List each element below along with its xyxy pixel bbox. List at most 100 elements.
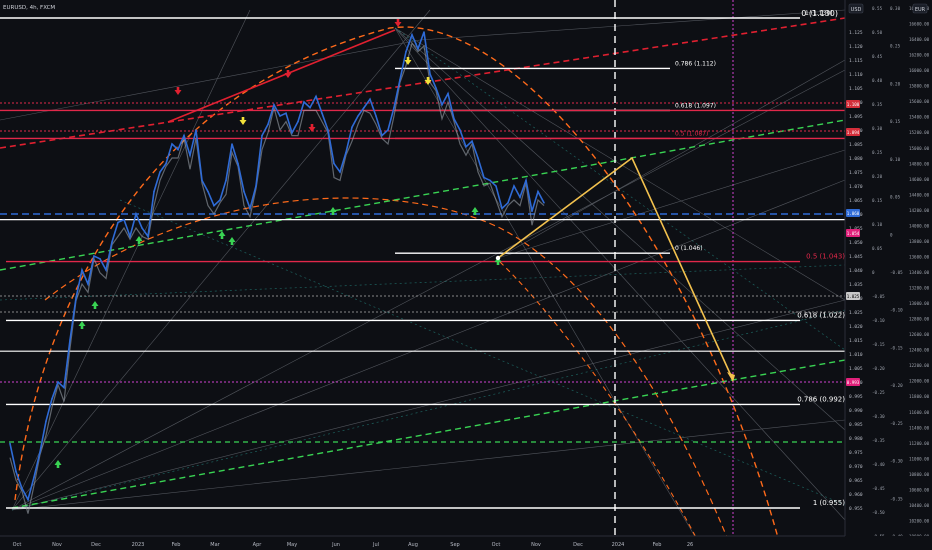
price-point	[141, 227, 143, 229]
price-point	[111, 241, 113, 243]
sub-axis-c-label: 14600.00	[909, 177, 930, 182]
price-tick-label: 1.095	[849, 114, 863, 120]
price-badge-label: 1.025	[847, 294, 860, 299]
sub-axis-c-label: 14400.00	[909, 192, 930, 197]
price-point	[129, 235, 131, 238]
sub-axis-a-label: -0.30	[872, 414, 885, 419]
price-point	[387, 129, 389, 131]
sub-axis-b-label: -0.05	[890, 270, 903, 275]
currency-button-usd[interactable]: USD	[848, 3, 864, 14]
price-point	[105, 269, 107, 271]
price-tick-label: 1.015	[849, 338, 863, 344]
fib-label: 0.618 (1.097)	[675, 102, 716, 109]
sub-axis-b-label: -0.25	[890, 421, 903, 426]
sub-axis-c-label: 12800.00	[909, 317, 930, 322]
sub-axis-c-label: 15200.00	[909, 130, 930, 135]
sub-axis-a-label: -0.40	[872, 462, 885, 467]
price-point	[195, 129, 197, 131]
time-tick-label: May	[287, 542, 297, 548]
chart-canvas[interactable]: 0 (1.130)1 (1.130)0.786 (1.112)0.618 (1.…	[0, 0, 932, 550]
price-point	[525, 179, 527, 182]
price-point	[303, 101, 305, 103]
fib-label: 0 (1.046)	[675, 245, 703, 252]
price-point	[69, 339, 71, 341]
price-point	[429, 73, 431, 75]
price-point	[423, 31, 425, 33]
price-point	[51, 398, 53, 400]
price-point	[363, 106, 365, 109]
price-tick-label: 1.010	[849, 352, 863, 358]
sub-axis-c-label: 16000.00	[909, 68, 930, 73]
price-badge-label: 1.060	[847, 211, 860, 216]
sub-axis-c-label: 14200.00	[909, 208, 930, 213]
time-tick-label: Feb	[172, 542, 181, 548]
price-point	[159, 171, 161, 173]
price-point	[447, 92, 449, 95]
price-point	[327, 129, 329, 131]
price-point	[441, 104, 443, 106]
price-badge-label: 1.094	[847, 130, 860, 135]
price-point	[537, 190, 539, 193]
sub-axis-a-label: 0.40	[872, 78, 883, 83]
sub-axis-c-label: 14800.00	[909, 161, 930, 166]
sub-axis-a-label: 0.45	[872, 54, 883, 59]
sub-axis-c-label: 11800.00	[909, 394, 930, 399]
currency-usd-label: USD	[851, 7, 862, 13]
price-point	[267, 123, 269, 126]
price-point	[297, 120, 299, 123]
price-tick-label: 1.125	[849, 30, 863, 36]
sub-axis-a-label: -0.25	[872, 390, 885, 395]
currency-button-eur[interactable]: EUR	[912, 3, 928, 14]
price-point	[15, 470, 17, 473]
sub-axis-c-label: 15000.00	[909, 146, 930, 151]
fib-label: 0.5 (1.043)	[806, 253, 845, 261]
sub-axis-b-label: 0.05	[890, 195, 901, 200]
price-point	[21, 487, 23, 490]
sub-axis-c-label: 11400.00	[909, 425, 930, 430]
price-point	[9, 442, 11, 445]
sub-axis-a-label: -0.10	[872, 318, 885, 323]
time-tick-label: Mar	[210, 542, 220, 548]
sub-axis-a-label: 0.20	[872, 174, 883, 179]
price-tick-label: 1.005	[849, 366, 863, 372]
price-point	[87, 283, 89, 285]
price-point	[147, 235, 149, 238]
sub-axis-a-label: 0.05	[872, 246, 883, 251]
price-tick-label: 0.965	[849, 478, 863, 484]
sub-axis-c-label: 12400.00	[909, 348, 930, 353]
sub-axis-b-label: -0.35	[890, 496, 903, 501]
sub-axis-a-label: -0.05	[872, 294, 885, 299]
price-point	[81, 269, 83, 271]
price-tick-label: 1.085	[849, 142, 863, 148]
price-tick-label: 1.045	[849, 254, 863, 260]
price-point	[507, 202, 509, 204]
price-point	[57, 381, 59, 383]
price-point	[33, 476, 35, 479]
price-point	[351, 126, 353, 128]
price-tick-label: 1.050	[849, 240, 863, 246]
price-point	[381, 134, 383, 137]
sub-axis-c-label: 12000.00	[909, 379, 930, 384]
sub-axis-c-label: 13200.00	[909, 286, 930, 291]
time-tick-label: Apr	[253, 542, 263, 548]
sub-axis-c-label: 16200.00	[909, 53, 930, 58]
price-point	[63, 386, 65, 389]
sub-axis-c-label: 12600.00	[909, 332, 930, 337]
sub-axis-a-label: 0.50	[872, 30, 883, 35]
price-point	[495, 185, 497, 187]
sub-axis-a-label: 0.35	[872, 102, 883, 107]
time-tick-label: Sep	[450, 542, 459, 548]
price-point	[543, 202, 545, 204]
sub-axis-c-label: 14000.00	[909, 223, 930, 228]
sub-axis-a-label: 0.10	[872, 222, 883, 227]
sub-axis-a-label: 0.25	[872, 150, 883, 155]
sub-axis-a-label: -0.45	[872, 486, 885, 491]
price-tick-label: 1.075	[849, 170, 863, 176]
price-point	[27, 498, 29, 501]
price-point	[189, 154, 191, 156]
sub-axis-c-label: 13000.00	[909, 301, 930, 306]
price-point	[471, 140, 473, 142]
fib-label: 1 (1.130)	[805, 10, 833, 17]
price-point	[489, 179, 491, 182]
fib-label: 0.786 (1.112)	[675, 60, 716, 67]
